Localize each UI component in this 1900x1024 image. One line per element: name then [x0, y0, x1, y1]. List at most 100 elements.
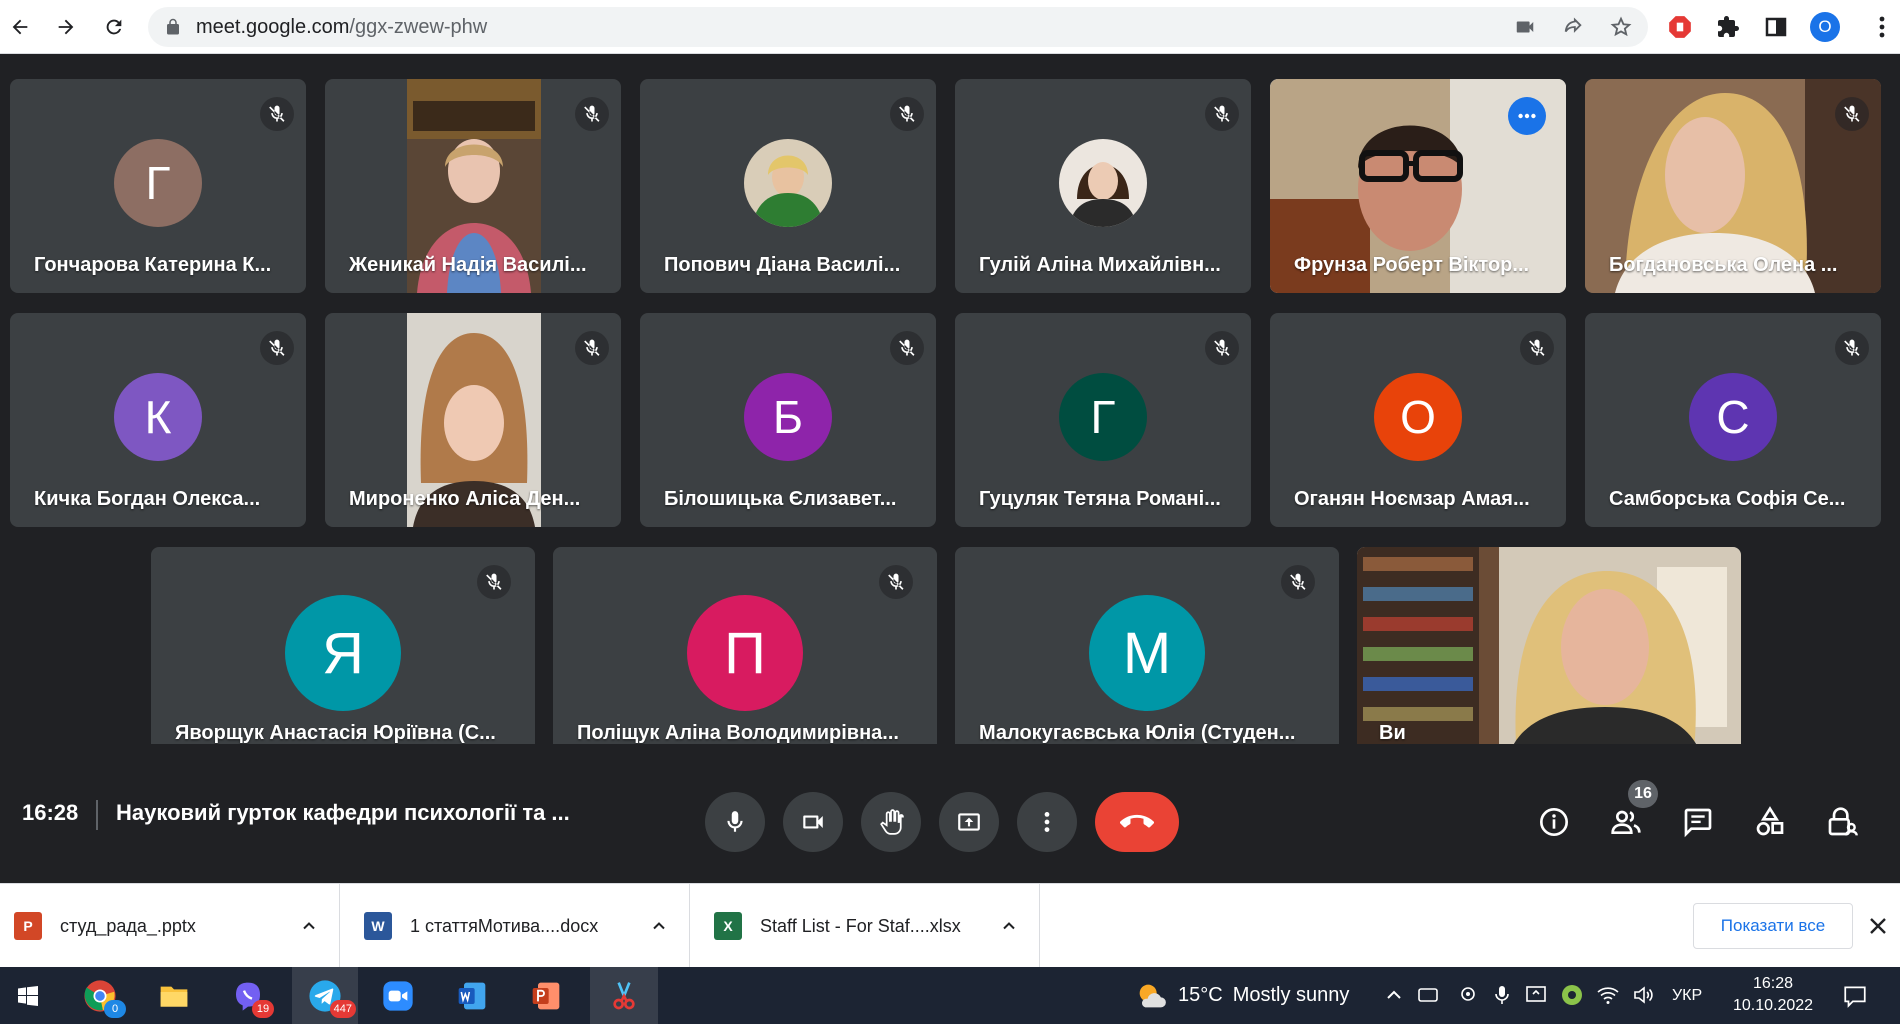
- bookmark-star-icon[interactable]: [1610, 16, 1632, 38]
- participant-photo-avatar: [744, 139, 832, 227]
- activities-button[interactable]: [1748, 800, 1792, 844]
- adblock-extension-icon[interactable]: [1666, 13, 1694, 41]
- present-screen-button[interactable]: [939, 792, 999, 852]
- notifications-icon[interactable]: [1842, 983, 1868, 1009]
- weather-widget[interactable]: 15°C Mostly sunny: [1134, 967, 1349, 1024]
- start-button[interactable]: [0, 967, 56, 1024]
- side-panel-icon[interactable]: [1762, 13, 1790, 41]
- self-view-tile[interactable]: Ви: [1357, 547, 1741, 761]
- participant-name: Кичка Богдан Олекса...: [34, 488, 261, 510]
- mic-off-icon: [879, 565, 913, 599]
- meeting-clock: 16:28: [22, 800, 79, 825]
- reload-button[interactable]: [96, 9, 132, 45]
- participant-name: Ви: [1379, 722, 1406, 744]
- taskbar-chrome[interactable]: 0: [72, 967, 128, 1024]
- chevron-up-icon[interactable]: [649, 916, 669, 936]
- taskbar-snipping-tool[interactable]: [590, 967, 658, 1024]
- kaspersky-tray-icon[interactable]: [1560, 983, 1584, 1007]
- chevron-up-icon[interactable]: [299, 916, 319, 936]
- host-controls-button[interactable]: [1820, 800, 1864, 844]
- extensions-puzzle-icon[interactable]: [1714, 13, 1742, 41]
- lock-icon: [167, 18, 179, 35]
- participant-name: Мироненко Аліса Ден...: [349, 488, 581, 510]
- back-button[interactable]: [2, 9, 38, 45]
- taskbar-powerpoint[interactable]: [518, 967, 574, 1024]
- participant-tile[interactable]: Г Гуцуляк Тетяна Романі...: [955, 313, 1251, 527]
- browser-menu-icon[interactable]: [1872, 12, 1892, 42]
- participant-tile[interactable]: Г Гончарова Катерина К...: [10, 79, 306, 293]
- windows-logo-icon: [18, 985, 38, 1006]
- participant-tile[interactable]: Б Білошицька Єлизавет...: [640, 313, 936, 527]
- participant-tile[interactable]: С Самборська Софія Се...: [1585, 313, 1881, 527]
- microphone-tray-icon[interactable]: [1490, 983, 1514, 1007]
- taskbar-zoom[interactable]: [370, 967, 426, 1024]
- participant-tile-active[interactable]: Фрунза Роберт Віктор...: [1270, 79, 1566, 293]
- hand-icon: [880, 809, 904, 835]
- participant-options-button[interactable]: [1508, 97, 1546, 135]
- address-bar[interactable]: meet.google.com/ggx-zwew-phw: [148, 7, 1648, 47]
- download-item[interactable]: X Staff List - For Staf....xlsx: [700, 884, 1040, 968]
- share-icon[interactable]: [1562, 16, 1584, 38]
- close-icon[interactable]: [1866, 914, 1890, 938]
- participant-name: Самборська Софія Се...: [1609, 488, 1846, 510]
- participant-name: Яворщук Анастасія Юріївна (С...: [175, 722, 496, 744]
- participant-tile[interactable]: Женикай Надія Василі...: [325, 79, 621, 293]
- more-options-button[interactable]: [1017, 792, 1077, 852]
- weather-temp: 15°C: [1178, 984, 1223, 1006]
- participant-tile[interactable]: П Поліщук Аліна Володимирівна...: [553, 547, 937, 761]
- participant-tile[interactable]: Мироненко Аліса Ден...: [325, 313, 621, 527]
- participant-tile[interactable]: Гулій Аліна Михайлівн...: [955, 79, 1251, 293]
- taskbar-clock[interactable]: 16:28 10.10.2022: [1725, 973, 1821, 1017]
- download-shelf: P студ_рада_.pptx W 1 статтяMотива....do…: [0, 883, 1900, 968]
- chat-icon: [1684, 808, 1712, 838]
- volume-icon[interactable]: [1632, 983, 1656, 1007]
- show-hidden-icons-icon[interactable]: [1382, 983, 1406, 1007]
- taskbar-telegram[interactable]: 447: [292, 967, 358, 1024]
- taskbar-file-explorer[interactable]: [146, 967, 202, 1024]
- participant-tile[interactable]: О Оганян Ноємзар Амая...: [1270, 313, 1566, 527]
- meeting-title: Науковий гурток кафедри психології та ..…: [116, 800, 570, 825]
- participant-tile[interactable]: Попович Діана Василі...: [640, 79, 936, 293]
- participant-tile[interactable]: М Малокугаєвська Юлія (Студен...: [955, 547, 1339, 761]
- taskbar-date: 10.10.2022: [1732, 997, 1814, 1014]
- telegram-badge: 447: [329, 1000, 356, 1018]
- word-icon: [458, 982, 486, 1009]
- wifi-icon[interactable]: [1596, 983, 1620, 1007]
- participant-name: Гулій Аліна Михайлівн...: [979, 254, 1221, 276]
- chat-button[interactable]: [1676, 800, 1720, 844]
- mic-off-icon: [1205, 97, 1239, 131]
- taskbar-word[interactable]: [444, 967, 500, 1024]
- download-item[interactable]: P студ_рада_.pptx: [0, 884, 340, 968]
- profile-avatar[interactable]: O: [1810, 12, 1840, 42]
- taskbar-viber[interactable]: 19: [220, 967, 276, 1024]
- show-all-downloads-button[interactable]: Показати все: [1693, 903, 1853, 949]
- videocam-icon: [803, 815, 823, 829]
- forward-button[interactable]: [48, 9, 84, 45]
- partly-sunny-icon: [1139, 984, 1166, 1007]
- word-file-icon: W: [364, 912, 392, 940]
- people-count-badge: 16: [1628, 780, 1658, 808]
- participant-name: Малокугаєвська Юлія (Студен...: [979, 722, 1296, 744]
- activities-shapes-icon: [1756, 806, 1784, 836]
- leave-call-button[interactable]: [1095, 792, 1179, 852]
- windows-taskbar: 0 19 447 15°C Mostly sunny УКР 16:28 10.…: [0, 967, 1900, 1024]
- camera-in-use-icon[interactable]: [1514, 16, 1536, 38]
- meet-now-icon[interactable]: [1416, 983, 1440, 1007]
- mic-off-icon: [575, 331, 609, 365]
- input-language[interactable]: УКР: [1672, 967, 1702, 1024]
- mic-off-icon: [575, 97, 609, 131]
- participant-tile[interactable]: Богдановська Олена ...: [1585, 79, 1881, 293]
- participant-tile[interactable]: Я Яворщук Анастасія Юріївна (С...: [151, 547, 535, 761]
- webcam-tray-icon[interactable]: [1456, 983, 1480, 1007]
- participant-tile[interactable]: К Кичка Богдан Олекса...: [10, 313, 306, 527]
- taskbar-time: 16:28: [1752, 975, 1794, 992]
- url-text: meet.google.com/ggx-zwew-phw: [196, 16, 487, 39]
- raise-hand-button[interactable]: [861, 792, 921, 852]
- microphone-button[interactable]: [705, 792, 765, 852]
- camera-button[interactable]: [783, 792, 843, 852]
- download-item[interactable]: W 1 статтяMотива....docx: [350, 884, 690, 968]
- viber-badge: 19: [252, 1000, 274, 1018]
- chevron-up-icon[interactable]: [999, 916, 1019, 936]
- screen-capture-tray-icon[interactable]: [1524, 983, 1548, 1007]
- meeting-details-button[interactable]: [1532, 800, 1576, 844]
